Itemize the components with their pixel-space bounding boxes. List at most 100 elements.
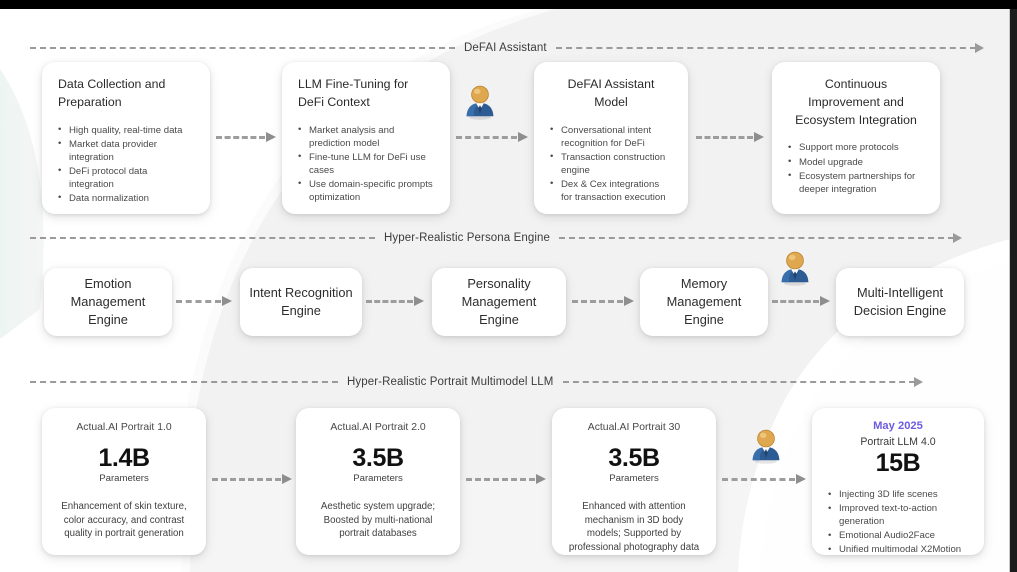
card-portrait-1-0[interactable]: Actual.AI Portrait 1.0 1.4B Parameters E…	[42, 408, 206, 555]
timeline-dash-left	[30, 381, 338, 383]
connector-line	[772, 299, 819, 303]
timeline-row-3: Hyper-Realistic Portrait Multimodel LLM	[0, 372, 1010, 392]
top-black-bar	[0, 0, 1017, 9]
connector-row3-1	[212, 474, 292, 484]
timeline-arrow-icon	[953, 233, 962, 243]
list-item: Dex & Cex integrations for transaction e…	[550, 177, 672, 204]
card-title: Data Collection and Preparation	[58, 77, 166, 109]
card-defai-assistant-model[interactable]: DeFAI Assistant Model Conversational int…	[534, 62, 688, 214]
connector-arrow-icon	[282, 474, 292, 484]
connector-arrow-icon	[624, 296, 634, 306]
connector-line	[696, 135, 753, 139]
card-data-collection[interactable]: Data Collection and Preparation High qua…	[42, 62, 210, 214]
model-parameter-count: 3.5B	[608, 444, 660, 472]
list-item: Data normalization	[58, 191, 194, 205]
connector-arrow-icon	[754, 132, 764, 142]
model-parameter-label: Parameters	[609, 473, 659, 484]
list-item: Use domain-specific prompts optimization	[298, 177, 434, 204]
engine-label: Intent Recognition Engine	[249, 284, 353, 318]
card-bullet-list: Market analysis and prediction model Fin…	[298, 123, 434, 204]
connector-row2-4	[772, 296, 830, 306]
model-parameter-count: 15B	[875, 449, 921, 477]
connector-row2-3	[572, 296, 634, 306]
connector-arrow-icon	[414, 296, 424, 306]
connector-row1-2	[456, 132, 528, 142]
businessman-avatar-row1	[466, 85, 494, 120]
engine-label: Multi-Intelligent Decision Engine	[853, 284, 947, 318]
list-item: Emotional Audio2Face	[828, 529, 968, 542]
connector-line	[216, 135, 265, 139]
model-version-label: Portrait LLM 4.0	[860, 436, 936, 448]
list-item: Fine-tune LLM for DeFi use cases	[298, 150, 434, 177]
model-version-label: Actual.AI Portrait 30	[587, 422, 681, 433]
card-bullet-list: Conversational intent recognition for De…	[550, 123, 672, 204]
card-memory-management-engine[interactable]: Memory Management Engine	[640, 268, 768, 336]
list-item: Market data provider integration	[58, 137, 194, 164]
list-item: Conversational intent recognition for De…	[550, 123, 672, 150]
engine-label: Personality Management Engine	[461, 275, 537, 328]
card-emotion-management-engine[interactable]: Emotion Management Engine	[44, 268, 172, 336]
model-parameter-label: Parameters	[353, 473, 403, 484]
model-description: Enhancement of skin texture, color accur…	[61, 501, 187, 540]
model-version-label: Actual.AI Portrait 1.0	[76, 422, 172, 433]
connector-arrow-icon	[266, 132, 276, 142]
card-multi-intelligent-decision-engine[interactable]: Multi-Intelligent Decision Engine	[836, 268, 964, 336]
connector-arrow-icon	[536, 474, 546, 484]
card-bullet-list: Injecting 3D life scenes Improved text-t…	[828, 487, 968, 556]
connector-line	[456, 135, 517, 139]
model-description: Enhanced with attention mechanism in 3D …	[568, 501, 700, 553]
model-description: Aesthetic system upgrade; Boosted by mul…	[320, 501, 436, 540]
timeline-dash-right	[555, 47, 976, 49]
businessman-avatar-row2	[781, 251, 809, 286]
connector-line	[572, 299, 623, 303]
timeline-arrow-icon	[974, 43, 984, 53]
card-personality-management-engine[interactable]: Personality Management Engine	[432, 268, 566, 336]
timeline-label: DeFAI Assistant	[464, 42, 547, 54]
timeline-arrow-icon	[913, 377, 923, 387]
connector-line	[176, 299, 221, 303]
timeline-dash-right	[559, 237, 954, 239]
connector-row3-3	[722, 474, 806, 484]
connector-arrow-icon	[796, 474, 806, 484]
list-item: Transaction construction engine	[550, 150, 672, 177]
card-llm-finetuning[interactable]: LLM Fine-Tuning for DeFi Context Market …	[282, 62, 450, 214]
card-intent-recognition-engine[interactable]: Intent Recognition Engine	[240, 268, 362, 336]
timeline-dash-left	[30, 237, 375, 239]
list-item: High quality, real-time data	[58, 123, 194, 137]
release-date-badge: May 2025	[873, 420, 923, 432]
connector-line	[466, 477, 535, 481]
connector-line	[212, 477, 281, 481]
model-version-label: Actual.AI Portrait 2.0	[330, 422, 426, 433]
list-item: Unified multimodal X2Motion	[828, 543, 968, 556]
timeline-label: Hyper-Realistic Portrait Multimodel LLM	[347, 376, 554, 388]
engine-label: Emotion Management Engine	[70, 275, 146, 328]
connector-arrow-icon	[222, 296, 232, 306]
connector-line	[722, 477, 795, 481]
card-portrait-2-0[interactable]: Actual.AI Portrait 2.0 3.5B Parameters A…	[296, 408, 460, 555]
list-item: Model upgrade	[788, 155, 924, 169]
connector-row2-1	[176, 296, 232, 306]
card-title: LLM Fine-Tuning for DeFi Context	[298, 77, 409, 109]
connector-arrow-icon	[518, 132, 528, 142]
timeline-dash-left	[30, 47, 455, 49]
card-bullet-list: High quality, real-time data Market data…	[58, 123, 194, 205]
timeline-row-1: DeFAI Assistant	[0, 38, 1010, 58]
model-parameter-count: 3.5B	[352, 444, 404, 472]
list-item: Ecosystem partnerships for deeper integr…	[788, 169, 924, 196]
connector-row1-3	[696, 132, 764, 142]
engine-label: Memory Management Engine	[666, 275, 742, 328]
list-item: Support more protocols	[788, 141, 924, 154]
connector-arrow-icon	[820, 296, 830, 306]
card-portrait-llm-4-0[interactable]: May 2025 Portrait LLM 4.0 15B Injecting …	[812, 408, 984, 556]
timeline-row-2: Hyper-Realistic Persona Engine	[0, 228, 1010, 248]
model-parameter-label: Parameters	[99, 473, 149, 484]
timeline-dash-right	[562, 381, 915, 383]
connector-row1-1	[216, 132, 276, 142]
card-title: DeFAI Assistant Model	[567, 77, 655, 109]
card-portrait-30[interactable]: Actual.AI Portrait 30 3.5B Parameters En…	[552, 408, 716, 555]
model-parameter-count: 1.4B	[98, 444, 150, 472]
connector-row3-2	[466, 474, 546, 484]
timeline-label: Hyper-Realistic Persona Engine	[384, 232, 550, 244]
diagram-canvas: DeFAI Assistant Data Collection and Prep…	[0, 0, 1017, 572]
card-continuous-improvement[interactable]: Continuous Improvement and Ecosystem Int…	[772, 62, 940, 214]
